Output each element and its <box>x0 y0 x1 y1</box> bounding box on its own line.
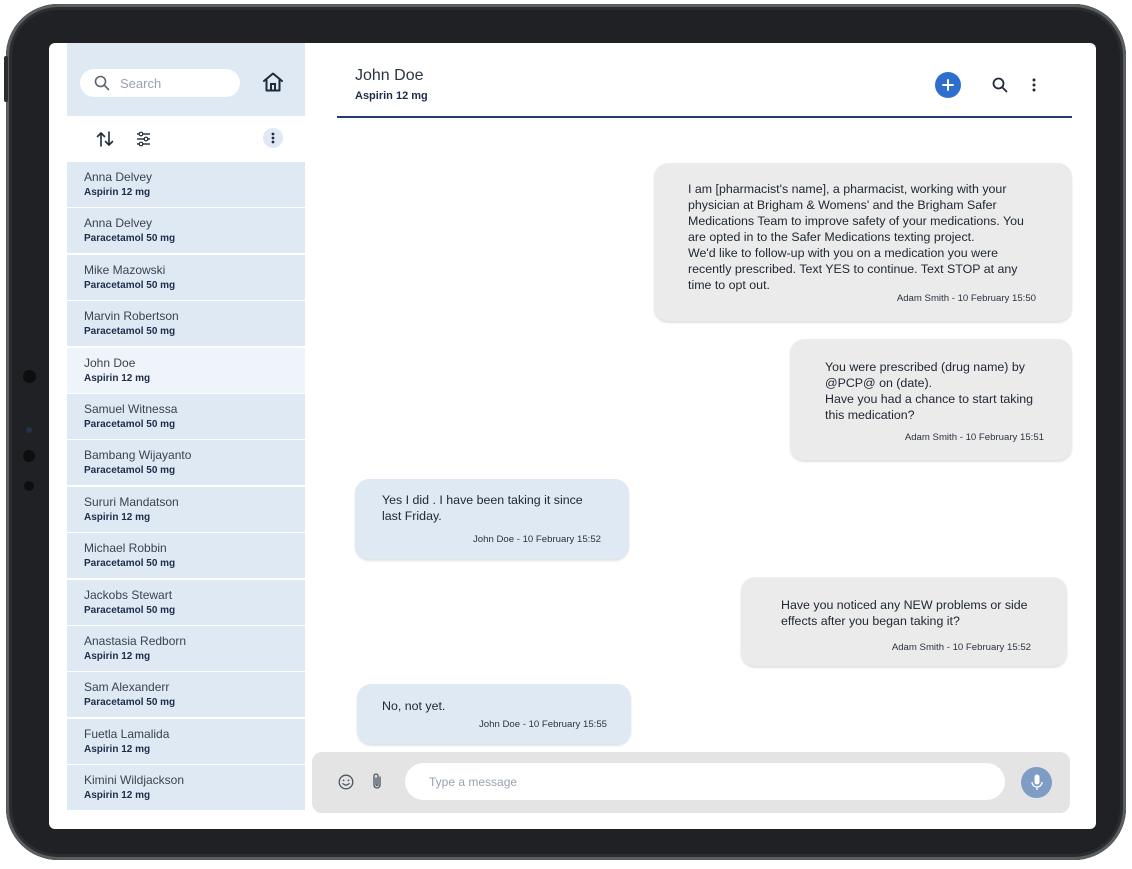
sidebar-more-button[interactable] <box>263 128 283 148</box>
chat-contact-drug: Aspirin 12 mg <box>355 90 428 102</box>
contact-drug: Aspirin 12 mg <box>84 790 151 802</box>
sidebar-toolbar <box>67 116 305 162</box>
contact-drug: Paracetamol 50 mg <box>84 604 176 616</box>
contact-list: Anna Delvey Aspirin 12 mg Anna Delvey Parac… <box>67 162 305 811</box>
contact-drug: Paracetamol 50 mg <box>84 418 176 430</box>
contact-list-item[interactable]: Kimini Wildjackson Aspirin 12 mg <box>67 765 305 811</box>
contact-name: Marvin Robertson <box>84 309 179 324</box>
plus-icon <box>942 79 954 91</box>
message-meta: John Doe - 10 February 15:55 <box>479 719 607 730</box>
contact-name: John Doe <box>84 355 136 370</box>
contact-name: Mike Mazowski <box>84 262 166 277</box>
contact-list-item[interactable]: John Doe Aspirin 12 mg <box>67 347 305 393</box>
message-bubble-incoming: No, not yet. John Doe - 10 February 15:5… <box>357 684 631 744</box>
message-bubble-outgoing: You were prescribed (drug name) by @PCP@… <box>790 339 1072 460</box>
sidebar-header: Search <box>67 43 305 116</box>
message-meta: Adam Smith - 10 February 15:50 <box>896 293 1036 304</box>
voice-record-button[interactable] <box>1021 767 1052 798</box>
contact-drug: Aspirin 12 mg <box>84 511 151 523</box>
search-icon <box>94 75 110 91</box>
contact-drug: Paracetamol 50 mg <box>84 326 176 338</box>
contact-name: Samuel Witnessa <box>84 401 178 416</box>
contact-list-item[interactable]: Samuel Witnessa Paracetamol 50 mg <box>67 393 305 439</box>
sort-icon[interactable] <box>96 131 114 147</box>
microphone-icon <box>1030 774 1043 790</box>
contact-drug: Aspirin 12 mg <box>84 187 151 198</box>
contact-name: Bambang Wijayanto <box>84 448 192 463</box>
message-text: You were prescribed (drug name) by @PCP@… <box>825 360 1034 422</box>
more-vertical-icon[interactable] <box>1031 76 1037 94</box>
attachment-icon[interactable] <box>371 772 383 791</box>
contact-drug: Paracetamol 50 mg <box>84 233 176 245</box>
filter-icon[interactable] <box>136 131 151 147</box>
contact-name: Anastasia Redborn <box>84 633 187 648</box>
contact-name: Jackobs Stewart <box>84 587 173 602</box>
search-input[interactable]: Search <box>120 76 161 91</box>
sensor-dot <box>23 450 35 462</box>
sidebar: Search Anna Delvey Aspirin 12 mg Anna De… <box>67 43 305 813</box>
message-composer <box>312 752 1070 813</box>
emoji-icon[interactable] <box>338 774 354 790</box>
contact-list-item[interactable]: Sururi Mandatson Aspirin 12 mg <box>67 486 305 532</box>
app-screen: Search Anna Delvey Aspirin 12 mg Anna De… <box>49 43 1096 829</box>
sensor-dot <box>24 481 34 491</box>
contact-name: Sam Alexanderr <box>84 680 170 695</box>
contact-drug: Paracetamol 50 mg <box>84 465 176 477</box>
add-button[interactable] <box>935 72 961 98</box>
contact-list-item[interactable]: Anna Delvey Paracetamol 50 mg <box>67 208 305 254</box>
contact-list-item[interactable]: Michael Robbin Paracetamol 50 mg <box>67 533 305 579</box>
contact-name: Michael Robbin <box>84 541 167 556</box>
message-text: No, not yet. <box>382 699 446 713</box>
chat-contact-name: John Doe <box>355 67 424 84</box>
hardware-button <box>4 56 8 102</box>
message-meta: John Doe - 10 February 15:52 <box>473 534 601 545</box>
contact-name: Fuetla Lamalida <box>84 726 170 741</box>
contact-list-item[interactable]: Bambang Wijayanto Paracetamol 50 mg <box>67 440 305 486</box>
chat-header: John Doe Aspirin 12 mg <box>337 43 1072 118</box>
contact-list-item[interactable]: Anna Delvey Aspirin 12 mg <box>67 162 305 207</box>
search-box[interactable]: Search <box>80 69 240 97</box>
contact-drug: Aspirin 12 mg <box>84 372 151 384</box>
contact-list-item[interactable]: Fuetla Lamalida Aspirin 12 mg <box>67 718 305 764</box>
contact-name: Sururi Mandatson <box>84 494 179 509</box>
sensor-dot <box>26 427 32 433</box>
contact-name: Anna Delvey <box>84 170 153 184</box>
contact-drug: Aspirin 12 mg <box>84 650 151 662</box>
contact-drug: Paracetamol 50 mg <box>84 279 176 291</box>
contact-list-item[interactable]: Marvin Robertson Paracetamol 50 mg <box>67 301 305 347</box>
message-bubble-outgoing: I am [pharmacist's name], a pharmacist, … <box>654 163 1072 321</box>
tablet-frame: Search Anna Delvey Aspirin 12 mg Anna De… <box>4 4 1126 860</box>
contact-drug: Paracetamol 50 mg <box>84 697 176 709</box>
camera-icon <box>23 370 36 383</box>
contact-drug: Paracetamol 50 mg <box>84 558 176 570</box>
message-text: Have you noticed any NEW problems or sid… <box>781 598 1028 628</box>
search-icon[interactable] <box>992 77 1008 93</box>
message-input[interactable] <box>405 763 1005 800</box>
message-bubble-outgoing: Have you noticed any NEW problems or sid… <box>741 577 1067 666</box>
message-bubble-incoming: Yes I did . I have been taking it since … <box>355 479 629 559</box>
more-vertical-icon <box>271 132 275 144</box>
contact-drug: Aspirin 12 mg <box>84 743 151 755</box>
message-meta: Adam Smith - 10 February 15:52 <box>891 642 1031 653</box>
contact-list-item[interactable]: Mike Mazowski Paracetamol 50 mg <box>67 254 305 300</box>
contact-list-item[interactable]: Sam Alexanderr Paracetamol 50 mg <box>67 672 305 718</box>
home-icon[interactable] <box>262 71 284 93</box>
contact-list-item[interactable]: Jackobs Stewart Paracetamol 50 mg <box>67 579 305 625</box>
contact-list-item[interactable]: Anastasia Redborn Aspirin 12 mg <box>67 625 305 671</box>
message-text: Yes I did . I have been taking it since … <box>382 493 583 523</box>
contact-name: Kimini Wildjackson <box>84 773 185 788</box>
message-text: I am [pharmacist's name], a pharmacist, … <box>688 182 1024 292</box>
contact-name: Anna Delvey <box>84 216 153 231</box>
message-meta: Adam Smith - 10 February 15:51 <box>904 432 1044 443</box>
